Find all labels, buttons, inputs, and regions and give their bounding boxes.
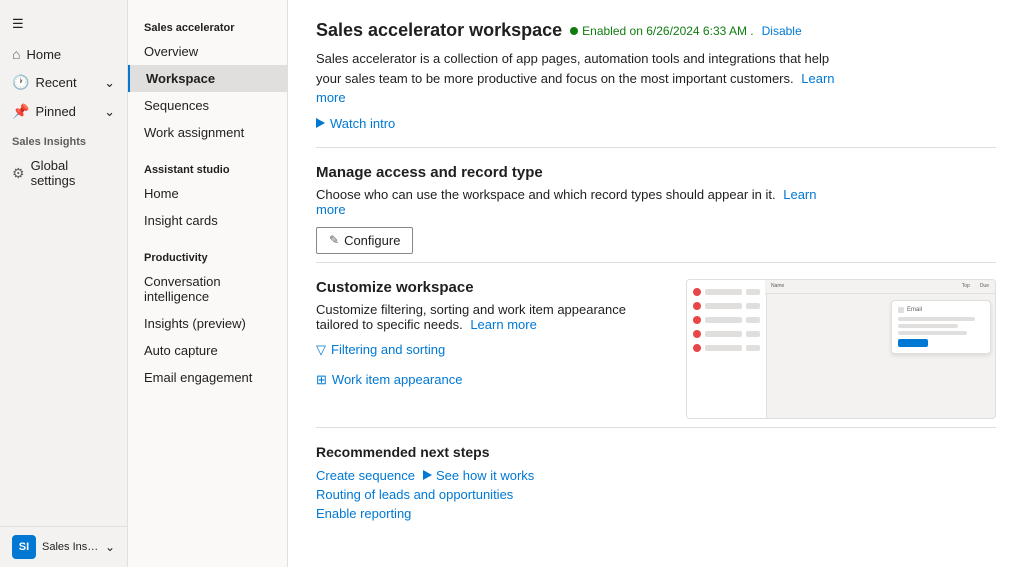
preview-line-1	[705, 289, 742, 295]
mid-nav-insight-cards[interactable]: Insight cards	[128, 207, 287, 234]
mid-nav-auto-capture[interactable]: Auto capture	[128, 337, 287, 364]
filtering-sorting-link[interactable]: ▽ Filtering and sorting	[316, 342, 445, 358]
chevron-down-icon: ⌄	[104, 75, 115, 91]
sidebar-item-home[interactable]: ⌂ Home	[0, 40, 127, 68]
manage-access-description: Choose who can use the workspace and whi…	[316, 187, 836, 217]
preview-header-due: Due	[980, 283, 989, 289]
enabled-badge: Enabled on 6/26/2024 6:33 AM .	[570, 24, 753, 38]
sidebar-item-global-settings[interactable]: ⚙ Global settings	[0, 152, 127, 194]
preview-email-header: Email	[898, 307, 984, 313]
chevron-down-icon: ⌄	[104, 104, 115, 120]
preview-dot-red-4	[693, 330, 701, 338]
create-sequence-link[interactable]: Create sequence	[316, 468, 415, 483]
workspace-preview-image: Name Top Due Email	[686, 279, 996, 419]
mid-nav-email-engagement[interactable]: Email engagement	[128, 364, 287, 391]
preview-email-label: Email	[907, 307, 922, 313]
preview-dot-red-1	[693, 288, 701, 296]
preview-line-5	[705, 345, 742, 351]
chevron-down-icon: ⌄	[105, 540, 115, 554]
customize-workspace-section: Customize workspace Customize filtering,…	[316, 279, 996, 419]
sidebar-item-pinned[interactable]: 📌 Pinned ⌄	[0, 97, 127, 126]
clock-icon: 🕐	[12, 74, 29, 91]
left-navigation: ☰ ⌂ Home 🕐 Recent ⌄ 📌 Pinned ⌄ Sales Ins…	[0, 0, 128, 567]
manage-access-title: Manage access and record type	[316, 164, 996, 181]
preview-header-bar: Name Top Due	[765, 280, 995, 294]
customize-workspace-title: Customize workspace	[316, 279, 670, 296]
mid-nav-insights-preview[interactable]: Insights (preview)	[128, 310, 287, 337]
mid-nav-section-sales-accelerator: Sales accelerator	[128, 12, 287, 38]
play-icon	[316, 118, 325, 128]
manage-access-section: Manage access and record type Choose who…	[316, 164, 996, 254]
configure-button[interactable]: ✎ Configure	[316, 227, 413, 254]
preview-line-4	[705, 331, 742, 337]
menu-icon[interactable]: ☰	[0, 8, 127, 40]
preview-email-dot	[898, 307, 904, 313]
home-icon: ⌂	[12, 46, 20, 62]
main-content: Sales accelerator workspace Enabled on 6…	[288, 0, 1024, 567]
recommended-title: Recommended next steps	[316, 444, 996, 460]
preview-email-card: Email	[891, 300, 991, 354]
preview-email-button	[898, 339, 928, 347]
preview-header-top: Top	[962, 283, 970, 289]
page-description: Sales accelerator is a collection of app…	[316, 49, 836, 108]
pin-icon: 📌	[12, 103, 29, 120]
preview-line-b	[898, 324, 958, 328]
recommended-next-steps-section: Recommended next steps Create sequence S…	[316, 444, 996, 521]
recommended-links: Create sequence See how it works Routing…	[316, 468, 996, 521]
preview-header-name: Name	[771, 283, 784, 289]
mid-nav-section-assistant-studio: Assistant studio	[128, 154, 287, 180]
preview-dot-red-2	[693, 302, 701, 310]
mid-nav-workspace[interactable]: Workspace	[128, 65, 287, 92]
preview-line-2	[705, 303, 742, 309]
preview-line-3	[705, 317, 742, 323]
preview-row-2	[693, 302, 760, 310]
preview-lines	[898, 317, 984, 335]
mid-nav-home-as[interactable]: Home	[128, 180, 287, 207]
grid-icon: ⊞	[316, 372, 327, 388]
page-title: Sales accelerator workspace	[316, 20, 562, 41]
page-header: Sales accelerator workspace Enabled on 6…	[316, 20, 996, 41]
preview-row-1	[693, 288, 760, 296]
mid-nav-work-assignment[interactable]: Work assignment	[128, 119, 287, 146]
section-divider-3	[316, 427, 996, 428]
play-icon-small	[423, 470, 432, 480]
rec-link-row-1: Create sequence See how it works	[316, 468, 996, 483]
filter-icon: ▽	[316, 342, 326, 358]
middle-navigation: Sales accelerator Overview Workspace Seq…	[128, 0, 288, 567]
gear-icon: ⚙	[12, 165, 25, 182]
nav-section-sales-insights: Sales Insights	[0, 126, 127, 152]
bottom-nav-label: Sales Insights sett...	[42, 541, 99, 553]
mid-nav-sequences[interactable]: Sequences	[128, 92, 287, 119]
pencil-icon: ✎	[329, 233, 339, 247]
preview-row-4	[693, 330, 760, 338]
preview-dot-red-3	[693, 316, 701, 324]
watch-intro-button[interactable]: Watch intro	[316, 116, 996, 131]
preview-line-c	[898, 331, 967, 335]
preview-left-panel	[687, 280, 767, 418]
see-how-link[interactable]: See how it works	[423, 468, 534, 483]
work-item-appearance-link[interactable]: ⊞ Work item appearance	[316, 372, 462, 388]
enabled-dot	[570, 27, 578, 35]
preview-line-a	[898, 317, 975, 321]
enable-reporting-link[interactable]: Enable reporting	[316, 506, 996, 521]
sidebar-item-recent[interactable]: 🕐 Recent ⌄	[0, 68, 127, 97]
si-badge: SI	[12, 535, 36, 559]
section-divider-2	[316, 262, 996, 263]
bottom-nav-item[interactable]: SI Sales Insights sett... ⌄	[0, 526, 127, 567]
preview-dot-red-5	[693, 344, 701, 352]
mid-nav-overview[interactable]: Overview	[128, 38, 287, 65]
routing-link[interactable]: Routing of leads and opportunities	[316, 487, 996, 502]
preview-row-3	[693, 316, 760, 324]
customize-left-content: Customize workspace Customize filtering,…	[316, 279, 670, 394]
enabled-text: Enabled on 6/26/2024 6:33 AM .	[582, 24, 753, 38]
disable-link[interactable]: Disable	[762, 24, 802, 38]
preview-row-5	[693, 344, 760, 352]
mid-nav-section-productivity: Productivity	[128, 242, 287, 268]
section-divider-1	[316, 147, 996, 148]
customize-learn-more[interactable]: Learn more	[470, 317, 536, 332]
customize-workspace-description: Customize filtering, sorting and work it…	[316, 302, 670, 332]
mid-nav-conv-intelligence[interactable]: Conversation intelligence	[128, 268, 287, 310]
